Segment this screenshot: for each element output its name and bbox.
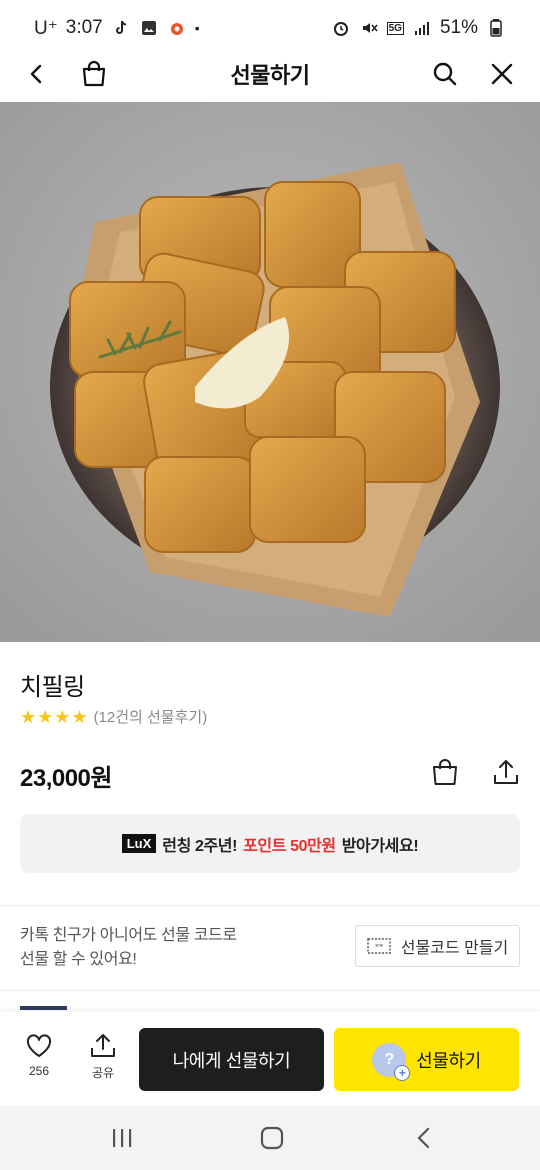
shopping-bag-button[interactable] <box>74 54 114 94</box>
system-nav-bar <box>0 1106 540 1170</box>
share-product-button[interactable] <box>488 754 524 790</box>
back-icon <box>30 64 42 84</box>
shopping-bag-icon <box>82 60 106 87</box>
lux-badge: LuX <box>121 834 157 853</box>
star-icon: ★ <box>37 706 54 727</box>
add-friend-icon: + <box>394 1064 411 1081</box>
battery-icon <box>486 18 506 38</box>
rating-row[interactable]: ★ ★ ★ ★ (12건의 선물후기) <box>20 706 207 727</box>
review-count: (12건의 선물후기) <box>93 709 208 726</box>
app-header: 선물하기 <box>0 46 540 102</box>
promo-text-before: 런칭 2주년! <box>162 837 238 855</box>
send-gift-label: 선물하기 <box>416 1050 481 1071</box>
page-title: 선물하기 <box>230 63 310 88</box>
avatar-glyph: ? <box>384 1050 394 1068</box>
recent-apps-icon <box>113 1129 132 1147</box>
search-button[interactable] <box>425 54 465 94</box>
promo-text-after: 받아가세요! <box>341 837 419 855</box>
close-icon <box>491 63 513 85</box>
like-count: 256 <box>28 1064 50 1078</box>
share-icon <box>91 1034 115 1057</box>
tab-indicator <box>20 1006 67 1010</box>
app-notification-icon <box>167 18 187 38</box>
gallery-notification-icon <box>139 18 159 38</box>
tiktok-notification-icon <box>111 18 131 38</box>
gift-code-line2: 선물 할 수 있어요! <box>20 951 137 968</box>
cart-icon <box>433 759 457 785</box>
add-to-cart-button[interactable] <box>427 754 463 790</box>
battery-percent: 51% <box>439 17 478 38</box>
product-photo-illustration <box>0 102 540 642</box>
gift-code-description: 카톡 친구가 아니어도 선물 코드로 선물 할 수 있어요! <box>20 924 237 972</box>
share-label: 공유 <box>91 1066 115 1080</box>
clock: 3:07 <box>65 17 103 38</box>
mute-icon <box>359 18 379 38</box>
search-icon <box>433 62 457 86</box>
alarm-icon <box>331 18 351 38</box>
home-button[interactable] <box>252 1120 292 1156</box>
wifi-5g-icon: 5G <box>386 18 404 38</box>
share-icon <box>494 760 518 784</box>
heart-icon <box>26 1034 52 1057</box>
create-gift-code-label: 선물코드 만들기 <box>400 940 509 957</box>
share-button[interactable]: 공유 <box>83 1033 123 1081</box>
product-image[interactable] <box>0 102 540 642</box>
close-button[interactable] <box>482 54 522 94</box>
status-left: U⁺ 3:07 • <box>34 17 200 40</box>
signal-icon <box>412 18 432 38</box>
status-right: 5G 51% <box>331 17 506 39</box>
create-gift-code-button[interactable]: ** 선물코드 만들기 <box>355 925 520 967</box>
nav-back-icon <box>417 1127 430 1149</box>
product-name: 치필링 <box>20 674 85 701</box>
star-icon: ★ <box>54 706 71 727</box>
section-divider <box>0 905 540 906</box>
friend-avatar-icon: ? + <box>372 1042 411 1081</box>
promo-text-highlight: 포인트 50만원 <box>243 837 336 855</box>
gift-to-self-button[interactable]: 나에게 선물하기 <box>139 1028 324 1091</box>
send-gift-button[interactable]: ? + 선물하기 <box>334 1028 519 1091</box>
more-notifications-dot: • <box>194 20 200 36</box>
wish-button[interactable]: 256 <box>19 1033 59 1078</box>
star-icon: ★ <box>20 706 37 727</box>
section-divider <box>0 990 540 991</box>
star-icon: ★ <box>71 706 88 727</box>
home-icon <box>260 1126 284 1150</box>
recent-apps-button[interactable] <box>102 1120 142 1156</box>
promo-banner[interactable]: LuX 런칭 2주년! 포인트 50만원 받아가세요! <box>20 814 520 873</box>
svg-text:**: ** <box>375 943 383 952</box>
gift-to-self-label: 나에게 선물하기 <box>172 1050 291 1071</box>
rating-stars: ★ ★ ★ ★ <box>20 708 88 726</box>
nav-back-button[interactable] <box>404 1120 444 1156</box>
network-label: 5G <box>386 21 404 35</box>
gift-code-line1: 카톡 친구가 아니어도 선물 코드로 <box>20 927 237 944</box>
code-ticket-icon: ** <box>367 938 391 954</box>
back-button[interactable] <box>17 54 57 94</box>
carrier-label: U⁺ <box>34 17 58 39</box>
product-price: 23,000원 <box>20 765 113 792</box>
